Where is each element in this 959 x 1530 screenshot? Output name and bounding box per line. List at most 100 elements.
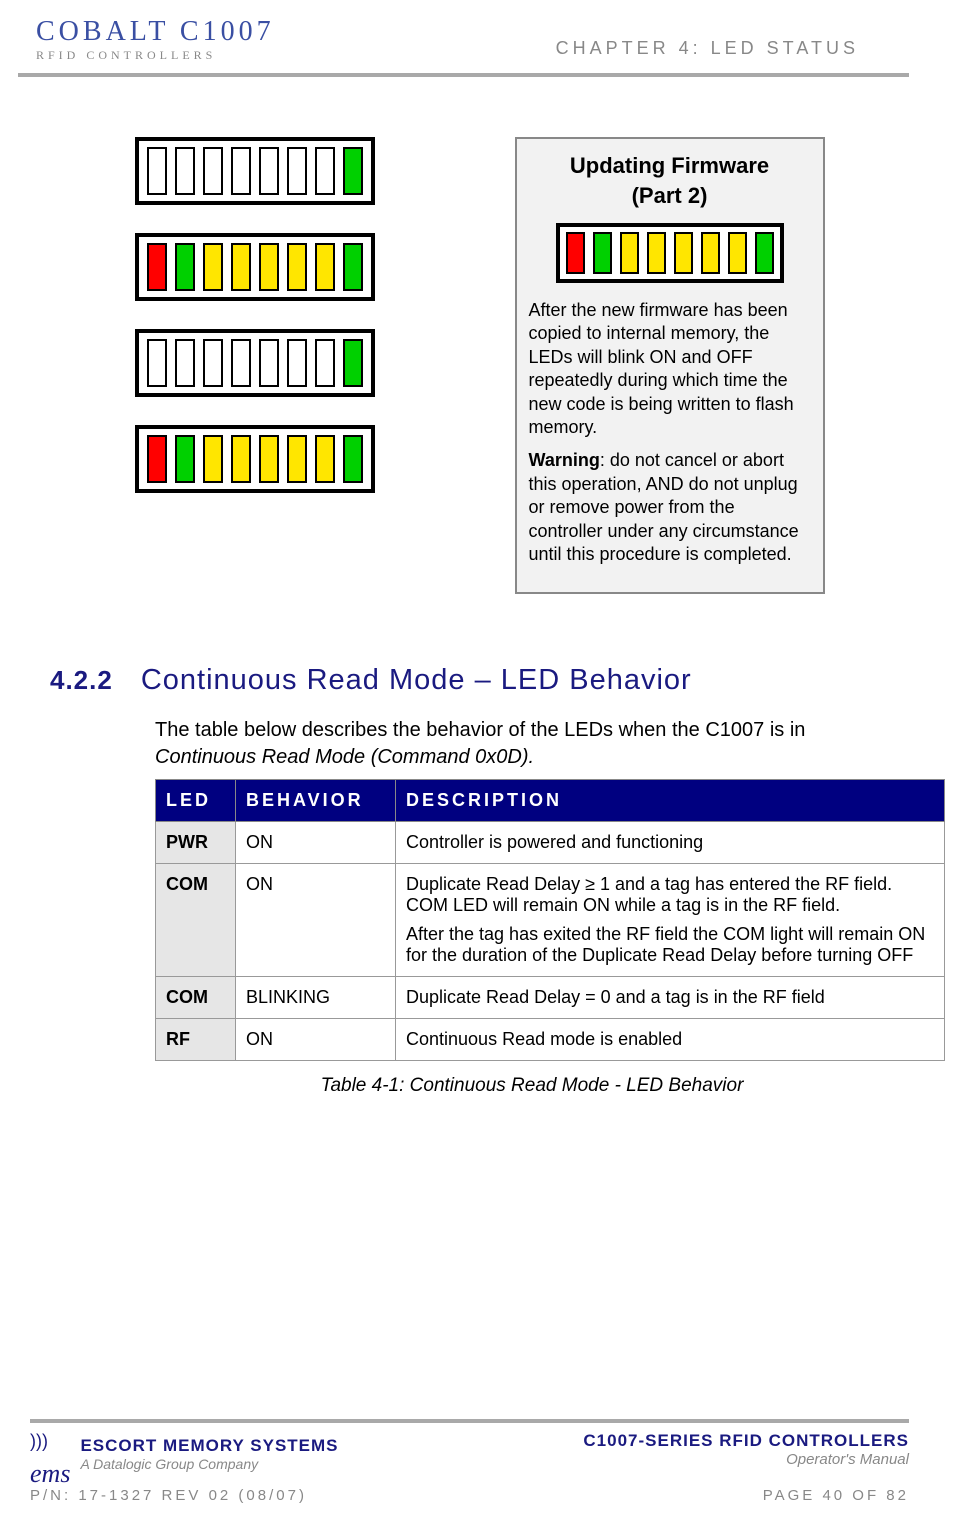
led-red [147,243,167,291]
led-off [231,147,251,195]
th-description: DESCRIPTION [396,780,945,822]
footer-right: C1007-SERIES RFID CONTROLLERS Operator's… [583,1431,909,1468]
intro-text: The table below describes the behavior o… [155,719,805,741]
cell-led: COM [156,977,236,1019]
led-green [343,339,363,387]
warning-label: Warning [529,450,600,470]
intro-italic: Continuous Read Mode (Command 0x0D). [155,746,534,768]
led-off [147,147,167,195]
footer-right-line1: C1007-SERIES RFID CONTROLLERS [583,1431,909,1451]
page-header: COBALT C1007 RFID CONTROLLERS CHAPTER 4:… [18,0,909,77]
page: COBALT C1007 RFID CONTROLLERS CHAPTER 4:… [0,0,959,1530]
info-box-paragraph-2: Warning: do not cancel or abort this ope… [529,449,811,566]
info-box-led-container [529,223,811,283]
led-yellow [701,232,720,274]
led-strip [135,425,375,493]
led-red [566,232,585,274]
led-off [203,147,223,195]
header-logo: COBALT C1007 RFID CONTROLLERS [36,18,275,63]
led-off [175,339,195,387]
section-number: 4.2.2 [50,665,113,696]
led-yellow [259,435,279,483]
led-yellow [231,435,251,483]
part-number: P/N: 17-1327 REV 02 (08/07) [30,1487,307,1504]
led-off [175,147,195,195]
led-off [231,339,251,387]
footer-left-line1: ESCORT MEMORY SYSTEMS [80,1436,338,1456]
ems-text: ems [30,1459,70,1488]
cell-behavior: ON [236,822,396,864]
chapter-label: CHAPTER 4: LED STATUS [556,38,859,59]
diagram-row: Updating Firmware (Part 2) After the new… [50,137,909,594]
content: Updating Firmware (Part 2) After the new… [0,77,959,1097]
led-yellow [203,435,223,483]
led-off [147,339,167,387]
led-green [593,232,612,274]
led-green [175,243,195,291]
led-yellow [674,232,693,274]
th-led: LED [156,780,236,822]
logo-line1: COBALT C1007 [36,18,275,46]
cell-description: Controller is powered and functioning [396,822,945,864]
info-box-paragraph-1: After the new firmware has been copied t… [529,299,811,439]
info-box-title: Updating Firmware [529,153,811,179]
led-off [259,147,279,195]
cell-description: Continuous Read mode is enabled [396,1019,945,1061]
table-row: COMBLINKINGDuplicate Read Delay = 0 and … [156,977,945,1019]
ems-logo-icon: ))) ems [30,1431,70,1477]
led-strip [135,137,375,205]
led-strip [135,329,375,397]
footer-left: ))) ems ESCORT MEMORY SYSTEMS A Datalogi… [30,1431,339,1477]
led-green [343,147,363,195]
led-green [755,232,774,274]
led-off [315,147,335,195]
cell-behavior: ON [236,864,396,977]
led-strip [556,223,784,283]
led-yellow [287,435,307,483]
cell-behavior: BLINKING [236,977,396,1019]
led-green [343,435,363,483]
led-off [315,339,335,387]
cell-behavior: ON [236,1019,396,1061]
cell-led: PWR [156,822,236,864]
led-off [287,339,307,387]
info-box-updating-firmware: Updating Firmware (Part 2) After the new… [515,137,825,594]
led-column [135,137,375,493]
led-yellow [728,232,747,274]
footer-inner: ))) ems ESCORT MEMORY SYSTEMS A Datalogi… [30,1419,909,1477]
led-red [147,435,167,483]
cell-description: Duplicate Read Delay ≥ 1 and a tag has e… [396,864,945,977]
led-off [203,339,223,387]
led-yellow [647,232,666,274]
led-yellow [315,435,335,483]
section-title: Continuous Read Mode – LED Behavior [141,664,692,697]
page-footer: ))) ems ESCORT MEMORY SYSTEMS A Datalogi… [0,1419,959,1530]
led-yellow [287,243,307,291]
footer-left-line2: A Datalogic Group Company [80,1456,338,1472]
led-yellow [259,243,279,291]
led-yellow [203,243,223,291]
led-yellow [231,243,251,291]
led-off [259,339,279,387]
led-green [175,435,195,483]
led-strip [135,233,375,301]
page-number: PAGE 40 OF 82 [763,1487,909,1504]
th-behavior: BEHAVIOR [236,780,396,822]
cell-led: COM [156,864,236,977]
footer-right-line2: Operator's Manual [583,1451,909,1468]
cell-description: Duplicate Read Delay = 0 and a tag is in… [396,977,945,1019]
table-row: RFONContinuous Read mode is enabled [156,1019,945,1061]
table-row: PWRONController is powered and functioni… [156,822,945,864]
section-heading: 4.2.2 Continuous Read Mode – LED Behavio… [50,664,909,697]
table-row: COMONDuplicate Read Delay ≥ 1 and a tag … [156,864,945,977]
intro-paragraph: The table below describes the behavior o… [155,717,909,771]
led-yellow [620,232,639,274]
led-off [287,147,307,195]
table-caption: Table 4-1: Continuous Read Mode - LED Be… [155,1075,909,1097]
led-green [343,243,363,291]
led-behavior-table: LED BEHAVIOR DESCRIPTION PWRONController… [155,779,945,1061]
led-yellow [315,243,335,291]
ems-logo-text: ESCORT MEMORY SYSTEMS A Datalogic Group … [80,1436,338,1472]
cell-led: RF [156,1019,236,1061]
footer-bottom: P/N: 17-1327 REV 02 (08/07) PAGE 40 OF 8… [30,1487,909,1504]
